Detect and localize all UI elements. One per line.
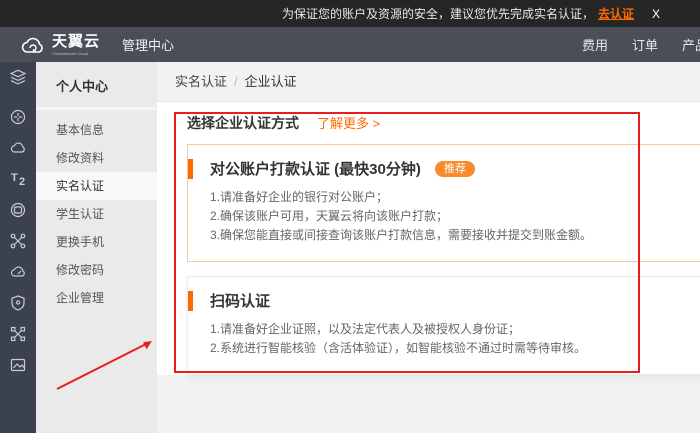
sidebar-item-basic-info[interactable]: 基本信息	[36, 116, 157, 144]
header: 天翼云 Chinatelecom Cloud 管理中心 费用 订单 产品	[0, 27, 700, 62]
card-step: 2.系统进行智能核验（含活体验证），如智能核验不通过时需等待审核。	[210, 339, 700, 358]
svg-text:2: 2	[19, 176, 25, 188]
card-title: 扫码认证	[210, 290, 270, 311]
breadcrumb-enterprise-auth: 企业认证	[245, 74, 297, 89]
logo-name: 天翼云	[52, 33, 100, 50]
accent-bar	[188, 291, 193, 311]
card-step: 1.请准备好企业证照，以及法定代表人及被授权人身份证；	[210, 320, 700, 339]
learn-more-link[interactable]: 了解更多 >	[317, 113, 380, 132]
verify-now-link[interactable]: 去认证	[598, 5, 634, 22]
sidebar-item-change-phone[interactable]: 更换手机	[36, 228, 157, 256]
cloud-meter-icon[interactable]	[9, 263, 27, 281]
shield-icon[interactable]	[9, 294, 27, 312]
section-title: 选择企业认证方式	[187, 113, 299, 133]
nav-products[interactable]: 产品	[682, 35, 700, 54]
sidebar-item-edit-profile[interactable]: 修改资料	[36, 144, 157, 172]
translate-icon[interactable]: T2	[9, 170, 27, 188]
breadcrumb-realname-auth[interactable]: 实名认证	[175, 74, 227, 89]
header-nav: 费用 订单 产品	[582, 27, 700, 62]
nav-fees[interactable]: 费用	[582, 35, 608, 54]
cloud-icon[interactable]	[9, 139, 27, 157]
card-step: 3.确保您能直接或间接查询该账户打款信息，需要接收并提交到账金额。	[210, 226, 700, 245]
sidebar-item-change-password[interactable]: 修改密码	[36, 256, 157, 284]
breadcrumb: 实名认证 / 企业认证	[157, 62, 700, 102]
card-bank-transfer-verification[interactable]: 对公账户打款认证 (最快30分钟) 推荐 1.请准备好企业的银行对公账户； 2.…	[187, 144, 700, 262]
menu-management-center[interactable]: 管理中心	[122, 35, 174, 54]
notice-bar: 为保证您的账户及资源的安全，建议您优先完成实名认证， 去认证 X	[0, 0, 700, 27]
dashboard-icon[interactable]	[9, 108, 27, 126]
image-icon[interactable]	[9, 356, 27, 374]
main-content: 实名认证 / 企业认证 选择企业认证方式 了解更多 > 对公账户打款认证 (最快30…	[157, 62, 700, 433]
sidebar: 个人中心 基本信息 修改资料 实名认证 学生认证 更换手机 修改密码 企业管理	[36, 62, 157, 433]
card-title: 对公账户打款认证 (最快30分钟)	[210, 158, 421, 179]
card-step: 1.请准备好企业的银行对公账户；	[210, 188, 700, 207]
layers-icon[interactable]	[9, 68, 27, 86]
svg-text:T: T	[11, 172, 18, 184]
notice-close-icon[interactable]: X	[652, 7, 660, 21]
auth-method-panel: 选择企业认证方式 了解更多 > 对公账户打款认证 (最快30分钟) 推荐 1.请…	[157, 102, 700, 375]
card-scan-code-verification[interactable]: 扫码认证 1.请准备好企业证照，以及法定代表人及被授权人身份证； 2.系统进行智…	[187, 276, 700, 375]
network-icon[interactable]	[9, 232, 27, 250]
cloud-logo-icon	[20, 36, 46, 54]
cluster-icon[interactable]	[9, 325, 27, 343]
logo-subtext: Chinatelecom Cloud	[52, 52, 100, 56]
cloud-logo[interactable]: 天翼云 Chinatelecom Cloud	[20, 34, 100, 56]
sidebar-item-realname-auth[interactable]: 实名认证	[36, 172, 157, 200]
breadcrumb-separator: /	[234, 74, 238, 89]
sidebar-item-student-auth[interactable]: 学生认证	[36, 200, 157, 228]
nav-orders[interactable]: 订单	[632, 35, 658, 54]
icon-rail: T2	[0, 62, 36, 433]
recommended-badge: 推荐	[435, 161, 475, 177]
card-step: 2.确保该账户可用，天翼云将向该账户打款；	[210, 207, 700, 226]
accent-bar	[188, 159, 193, 179]
display-icon[interactable]	[9, 201, 27, 219]
sidebar-title: 个人中心	[36, 62, 157, 110]
page: 为保证您的账户及资源的安全，建议您优先完成实名认证， 去认证 X 天翼云 Chi…	[0, 0, 700, 433]
notice-message: 为保证您的账户及资源的安全，建议您优先完成实名认证，	[282, 5, 594, 22]
sidebar-item-enterprise-mgmt[interactable]: 企业管理	[36, 284, 157, 312]
